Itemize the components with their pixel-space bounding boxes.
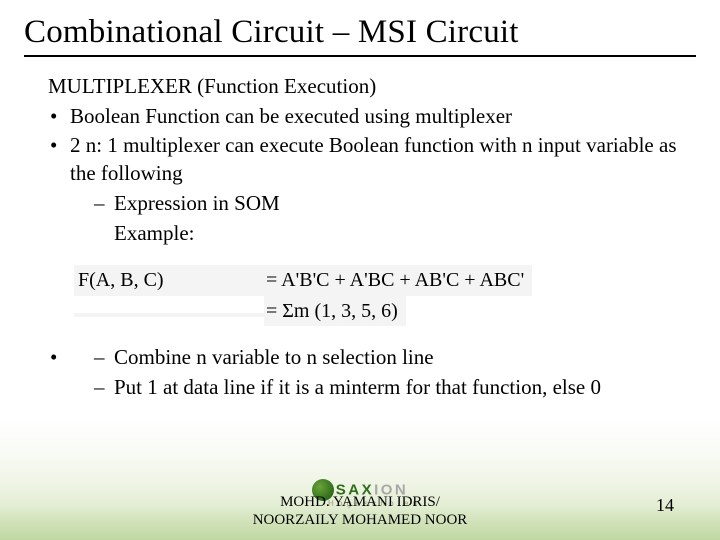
equation-row: = Σm (1, 3, 5, 6) [74,296,696,326]
equation-rhs: = Σm (1, 3, 5, 6) [264,296,406,326]
section-subheading: MULTIPLEXER (Function Execution) [48,73,696,101]
equation-block: F(A, B, C) = A'B'C + A'BC + AB'C + ABC' … [74,265,696,326]
equation-rhs: = A'B'C + A'BC + AB'C + ABC' [264,265,532,295]
slide-body: MULTIPLEXER (Function Execution) Boolean… [24,73,696,402]
author-line: NOORZAILY MOHAMED NOOR [253,512,468,528]
equation-lhs-empty [74,313,264,317]
sub-bullet-list: Expression in SOM Example: [70,190,696,247]
sub-bullet-text: Put 1 at data line if it is a minterm fo… [114,375,601,399]
author-line: MOHD. YAMANI IDRIS/ [280,494,440,510]
bullet-item-continued: Combine n variable to n selection line P… [48,344,696,401]
bullet-text: Boolean Function can be executed using m… [70,104,512,128]
equation-lhs: F(A, B, C) [74,265,264,295]
bullet-text: 2 n: 1 multiplexer can execute Boolean f… [70,133,677,185]
sub-bullet-list: Combine n variable to n selection line P… [70,344,696,401]
slide: Combinational Circuit – MSI Circuit MULT… [0,0,720,540]
slide-footer: SAXION H o g e s c h o l e n MOHD. YAMAN… [0,479,720,531]
sub-bullet-item: Expression in SOM [94,190,696,218]
equation-row: F(A, B, C) = A'B'C + A'BC + AB'C + ABC' [74,265,696,295]
sub-bullet-text: Example: [114,221,194,245]
bullet-item: Boolean Function can be executed using m… [48,103,696,131]
sub-bullet-item: Combine n variable to n selection line [94,344,696,372]
author-credit: MOHD. YAMANI IDRIS/ NOORZAILY MOHAMED NO… [0,493,720,531]
sub-bullet-item: Put 1 at data line if it is a minterm fo… [94,374,696,402]
sub-bullet-item: Example: [94,220,696,248]
sub-bullet-text: Expression in SOM [114,191,280,215]
bullet-list: Boolean Function can be executed using m… [48,103,696,248]
sub-bullet-text: Combine n variable to n selection line [114,345,434,369]
slide-title: Combinational Circuit – MSI Circuit [24,14,696,57]
page-number: 14 [656,495,674,516]
bullet-list: Combine n variable to n selection line P… [48,344,696,401]
bullet-item: 2 n: 1 multiplexer can execute Boolean f… [48,132,696,247]
